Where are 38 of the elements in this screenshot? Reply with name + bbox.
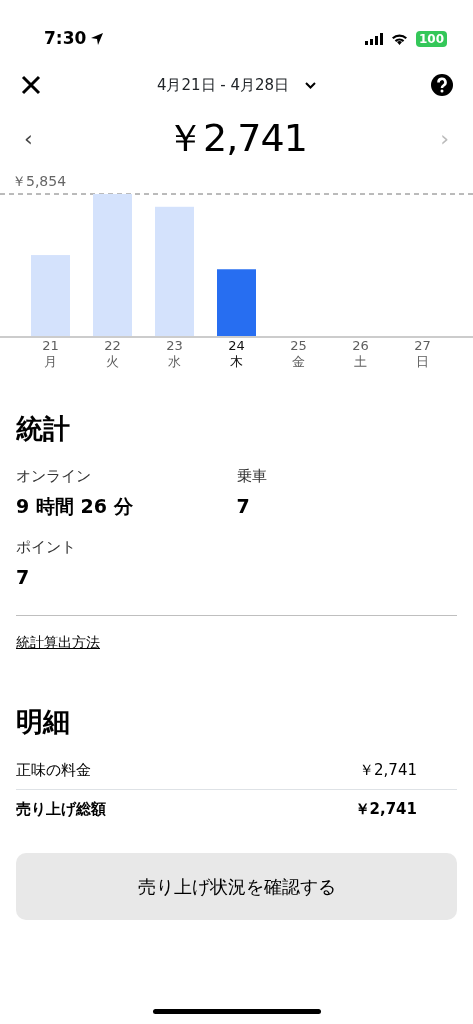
axis-label: 23 水 (165, 338, 184, 371)
breakdown-value: ￥2,741 (354, 799, 417, 820)
date-range-dropdown[interactable]: 4月21日 - 4月28日 (156, 73, 317, 97)
axis-label: 25 金 (289, 338, 308, 371)
axis-label: 24 木 (227, 338, 246, 371)
status-time: 7:30 (44, 27, 87, 51)
section-title: 明細 (16, 705, 71, 739)
section-title: 統計 (16, 411, 71, 446)
bar[interactable] (217, 269, 256, 336)
bar[interactable] (155, 206, 194, 336)
axis-label: 26 土 (351, 338, 370, 371)
close-icon[interactable] (20, 74, 42, 96)
axis-label: ￥5,854 (11, 172, 68, 191)
help-icon[interactable] (431, 74, 453, 96)
axis-label: 22 火 (103, 338, 122, 371)
location-arrow-icon (90, 32, 105, 46)
axis-label: 21 月 (41, 338, 60, 371)
earnings-status-button[interactable]: 売り上げ状況を確認する (16, 852, 457, 920)
stat-value: 7 (16, 564, 31, 590)
signal-icon (364, 33, 383, 45)
stats-method-link[interactable]: 統計算出方法 (16, 632, 100, 653)
chevron-down-icon (305, 81, 317, 89)
total-amount: ￥2,741 (166, 115, 307, 162)
stat-label: 乗車 (236, 466, 268, 487)
stat-label: ポイント (16, 537, 77, 558)
breakdown-label: 正味の料金 (16, 759, 91, 781)
breakdown-label: 売り上げ総額 (16, 799, 106, 820)
stat-value: 9 時間 26 分 (16, 493, 134, 519)
axis-label: 27 日 (413, 338, 432, 371)
stat-value: 7 (236, 493, 251, 519)
battery-level: 100 (415, 31, 447, 47)
bar[interactable] (31, 255, 70, 336)
stat-label: オンライン (16, 466, 92, 487)
breakdown-value: ￥2,741 (359, 759, 417, 781)
wifi-icon (390, 33, 408, 45)
bar[interactable] (93, 194, 132, 336)
previous-button[interactable]: ‹ (16, 122, 41, 155)
home-indicator[interactable] (153, 1009, 321, 1014)
